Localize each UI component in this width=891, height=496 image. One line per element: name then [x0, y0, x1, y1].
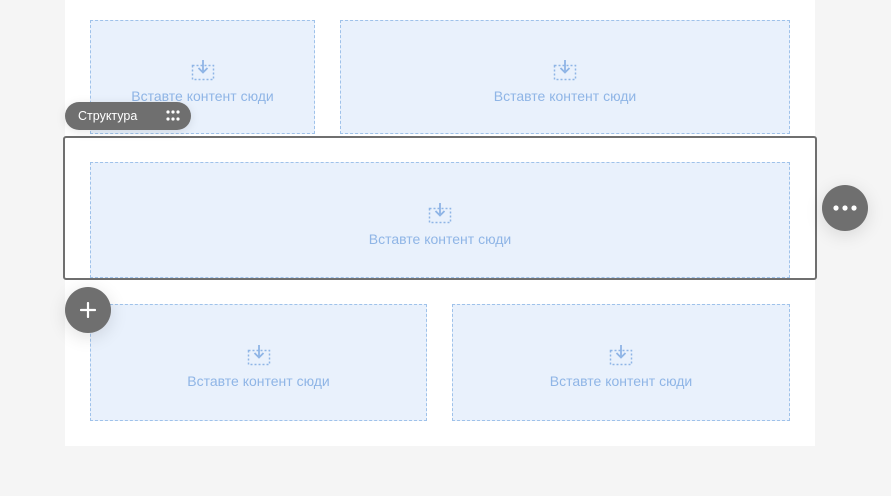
drop-zone-label: Вставте контент сюди	[187, 373, 330, 389]
drop-zone-label: Вставте контент сюди	[368, 230, 512, 247]
drag-grip-icon[interactable]	[166, 110, 180, 122]
structure-badge[interactable]: Структура	[65, 102, 191, 130]
drop-zone-selected-row[interactable]: Вставте контент сюди	[90, 162, 790, 278]
drop-zone-label: Вставте контент сюди	[493, 87, 637, 104]
drop-zone-row3-col2[interactable]: Вставте контент сюди	[452, 304, 790, 421]
add-block-button[interactable]	[65, 287, 111, 333]
insert-content-icon	[191, 59, 214, 80]
drop-zone-row1-col2[interactable]: Вставте контент сюди	[340, 20, 790, 134]
more-options-button[interactable]	[822, 185, 868, 231]
insert-content-icon	[247, 345, 270, 366]
drop-zone-row3-col1[interactable]: Вставте контент сюди	[90, 304, 427, 421]
structure-badge-label: Структура	[78, 109, 138, 123]
insert-content-icon	[609, 345, 633, 366]
plus-icon	[80, 302, 96, 318]
more-horizontal-icon	[833, 205, 857, 211]
insert-content-icon	[428, 202, 452, 223]
insert-content-icon	[553, 59, 577, 80]
drop-zone-label: Вставте контент сюди	[549, 373, 693, 389]
